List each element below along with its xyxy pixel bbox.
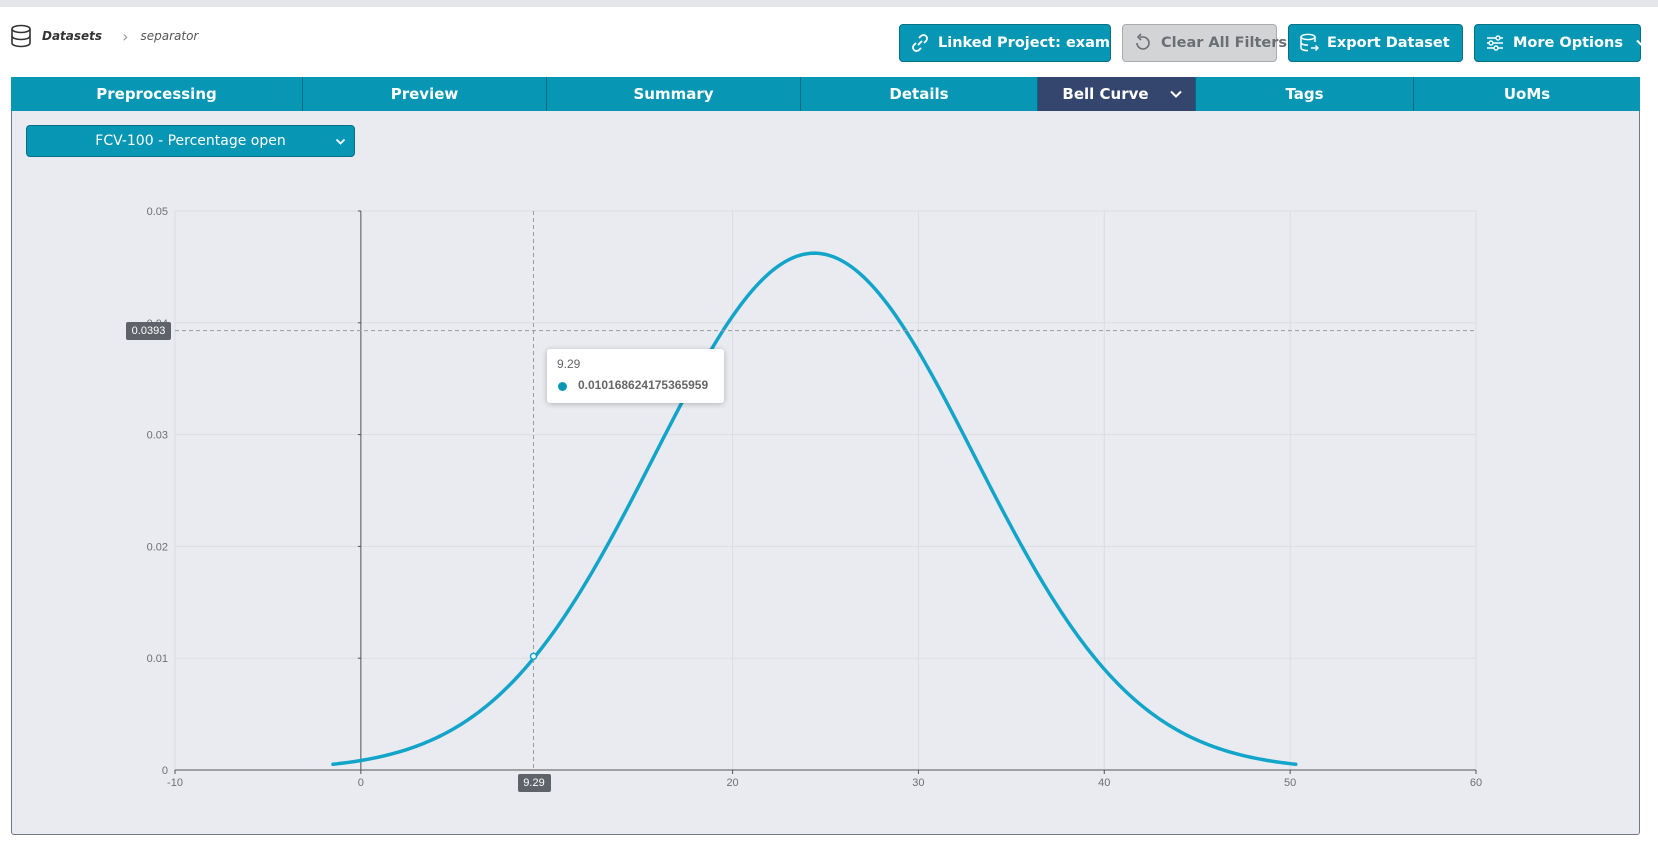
- x-tick-label: -10: [167, 777, 183, 789]
- x-tick-label: 40: [1098, 777, 1110, 789]
- tooltip-series-dot: [558, 382, 567, 391]
- x-tick-label: 30: [912, 777, 924, 789]
- x-tick-label: 20: [726, 777, 738, 789]
- y-tick-label: 0.05: [147, 206, 168, 218]
- y-tick-label: 0.02: [147, 541, 168, 553]
- bell-curve-line: [331, 251, 1298, 767]
- tooltip-y-value: 0.010168624175365959: [578, 378, 709, 392]
- crosshair: [175, 211, 1476, 770]
- tooltip-x-value: 9.29: [557, 357, 581, 371]
- y-tick-label: 0: [162, 765, 168, 777]
- y-tick-label: 0.01: [147, 653, 168, 665]
- x-tick-label: 50: [1284, 777, 1296, 789]
- y-tick-label: 0.03: [147, 430, 168, 442]
- chart-grid: [174, 210, 1477, 771]
- chart-ticks: -100203040506000.010.020.030.040.05: [147, 206, 1483, 789]
- chart-axes: [174, 210, 1477, 774]
- crosshair-y-label: 0.0393: [126, 321, 171, 340]
- chart-series: [331, 251, 1298, 767]
- highlighted-point: [529, 652, 538, 661]
- x-tick-label: 60: [1470, 777, 1482, 789]
- crosshair-x-label: 9.29: [517, 774, 551, 792]
- chart-tooltip: 9.29 0.010168624175365959: [547, 349, 724, 403]
- x-tick-label: 0: [358, 777, 364, 789]
- bell-curve-chart[interactable]: -100203040506000.010.020.030.040.05: [0, 0, 1658, 842]
